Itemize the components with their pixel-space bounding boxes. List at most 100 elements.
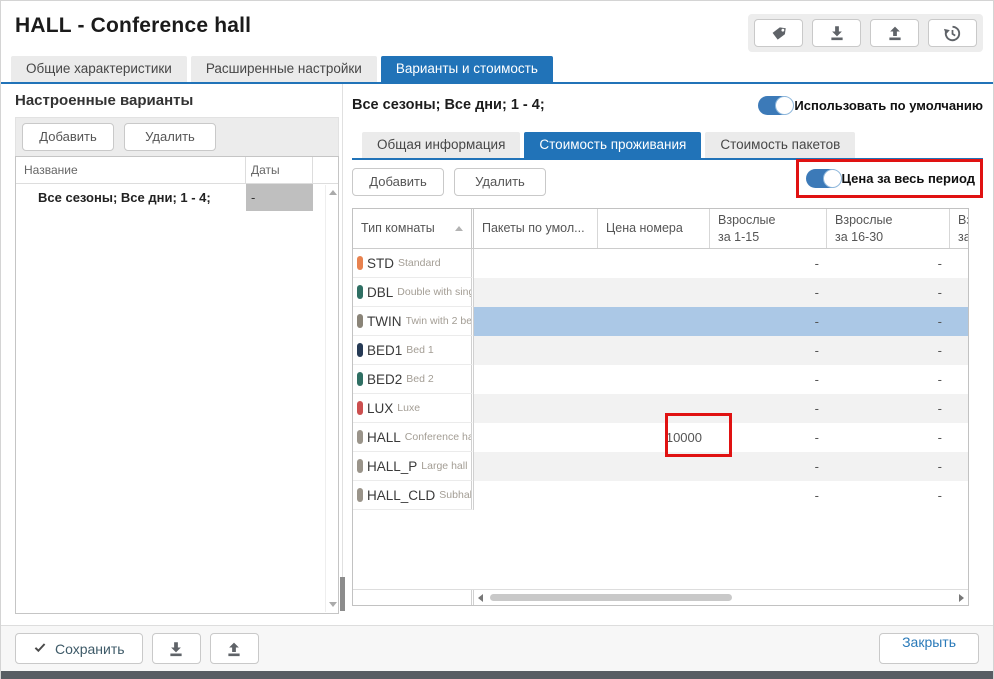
adults-16-30-cell[interactable]: - [827,249,950,278]
adults-1-15-cell[interactable]: - [710,278,827,307]
default-packages-cell[interactable] [474,336,598,365]
room-type-cell[interactable]: HALL_P Large hall [353,452,474,481]
column-header-adults-clipped[interactable]: Вз за [950,209,968,248]
room-type-cell[interactable]: LUX Luxe [353,394,474,423]
column-header-adults-16-30[interactable]: Взрослые за 16-30 [827,209,950,248]
default-packages-cell[interactable] [474,481,598,510]
variants-delete-button[interactable]: Удалить [124,123,216,151]
adults-1-15-cell[interactable]: - [710,307,827,336]
adults-16-30-cell[interactable]: - [827,423,950,452]
adults-1-15-cell[interactable]: - [710,481,827,510]
adults-clipped-cell[interactable] [950,481,968,510]
scroll-right-icon[interactable] [959,594,964,602]
scroll-left-icon[interactable] [478,594,483,602]
default-packages-cell[interactable] [474,278,598,307]
room-type-cell[interactable]: STD Standard [353,249,474,278]
adults-clipped-cell[interactable] [950,249,968,278]
tab-accommodation-cost[interactable]: Стоимость проживания [524,132,701,158]
adults-1-15-cell[interactable]: - [710,336,827,365]
adults-clipped-cell[interactable] [950,336,968,365]
price-grid-row[interactable]: TWIN Twin with 2 bed - - [353,307,968,336]
scrollbar-thumb[interactable] [490,594,732,601]
default-packages-cell[interactable] [474,307,598,336]
scroll-up-icon[interactable] [329,190,337,195]
adults-1-15-cell[interactable]: - [710,452,827,481]
scroll-down-icon[interactable] [329,602,337,607]
cost-delete-button[interactable]: Удалить [454,168,546,196]
variants-add-button[interactable]: Добавить [22,123,114,151]
price-grid-row[interactable]: HALL Conference hall 10000 - - [353,423,968,452]
upload-button[interactable] [870,19,919,47]
close-button[interactable]: Закрыть [879,633,979,664]
room-type-cell[interactable]: HALL_CLD Subhalls [353,481,474,510]
tag-button[interactable] [754,19,803,47]
room-price-cell[interactable] [598,481,710,510]
room-price-cell[interactable] [598,249,710,278]
tab-variants-and-cost[interactable]: Варианты и стоимость [381,56,553,82]
tab-package-cost[interactable]: Стоимость пакетов [705,132,855,158]
adults-1-15-cell[interactable]: - [710,423,827,452]
room-price-cell[interactable] [598,452,710,481]
variants-vertical-scrollbar[interactable] [325,185,338,612]
room-type-cell[interactable]: DBL Double with sing [353,278,474,307]
room-type-cell[interactable]: BED1 Bed 1 [353,336,474,365]
price-grid-row[interactable]: HALL_CLD Subhalls - - [353,481,968,510]
adults-1-15-cell[interactable]: - [710,249,827,278]
column-header-default-packages[interactable]: Пакеты по умол... [474,209,598,248]
default-packages-cell[interactable] [474,365,598,394]
adults-16-30-cell[interactable]: - [827,365,950,394]
footer-download-button[interactable] [152,633,201,664]
column-header-name[interactable]: Название [16,157,246,183]
price-grid-row[interactable]: STD Standard - - [353,249,968,278]
adults-clipped-cell[interactable] [950,365,968,394]
adults-1-15-cell[interactable]: - [710,365,827,394]
horizontal-scrollbar[interactable] [474,590,968,605]
column-header-room-type[interactable]: Тип комнаты [353,209,474,248]
room-price-cell[interactable] [598,278,710,307]
use-default-toggle[interactable] [758,96,793,115]
column-header-room-price[interactable]: Цена номера [598,209,710,248]
panel-splitter[interactable] [339,84,346,625]
default-packages-cell[interactable] [474,452,598,481]
column-header-adults-1-15[interactable]: Взрослые за 1-15 [710,209,827,248]
price-grid-row[interactable]: HALL_P Large hall - - [353,452,968,481]
default-packages-cell[interactable] [474,423,598,452]
download-button[interactable] [812,19,861,47]
price-grid-row[interactable]: BED1 Bed 1 - - [353,336,968,365]
price-grid-row[interactable]: DBL Double with sing - - [353,278,968,307]
history-button[interactable] [928,19,977,47]
adults-1-15-cell[interactable]: - [710,394,827,423]
period-toggle[interactable] [806,169,841,188]
adults-16-30-cell[interactable]: - [827,394,950,423]
adults-clipped-cell[interactable] [950,423,968,452]
adults-16-30-cell[interactable]: - [827,452,950,481]
adults-clipped-cell[interactable] [950,452,968,481]
room-price-cell[interactable] [598,394,710,423]
adults-16-30-cell[interactable]: - [827,336,950,365]
adults-16-30-cell[interactable]: - [827,278,950,307]
price-grid-row[interactable]: BED2 Bed 2 - - [353,365,968,394]
footer-upload-button[interactable] [210,633,259,664]
room-price-cell[interactable] [598,336,710,365]
tab-general-info[interactable]: Общая информация [362,132,520,158]
adults-clipped-cell[interactable] [950,278,968,307]
default-packages-cell[interactable] [474,394,598,423]
room-type-cell[interactable]: HALL Conference hall [353,423,474,452]
cost-add-button[interactable]: Добавить [352,168,444,196]
price-grid-row[interactable]: LUX Luxe - - [353,394,968,423]
adults-clipped-cell[interactable] [950,394,968,423]
tab-general-characteristics[interactable]: Общие характеристики [11,56,187,82]
adults-16-30-cell[interactable]: - [827,481,950,510]
adults-clipped-cell[interactable] [950,307,968,336]
variant-row[interactable]: Все сезоны; Все дни; 1 - 4; - [16,184,338,211]
scrollbar-track[interactable] [488,594,954,601]
save-button[interactable]: Сохранить [15,633,143,664]
room-price-cell[interactable] [598,365,710,394]
default-packages-cell[interactable] [474,249,598,278]
column-header-dates[interactable]: Даты [246,157,313,183]
room-type-cell[interactable]: BED2 Bed 2 [353,365,474,394]
room-price-cell[interactable] [598,307,710,336]
room-type-cell[interactable]: TWIN Twin with 2 bed [353,307,474,336]
adults-16-30-cell[interactable]: - [827,307,950,336]
tab-advanced-settings[interactable]: Расширенные настройки [191,56,377,82]
